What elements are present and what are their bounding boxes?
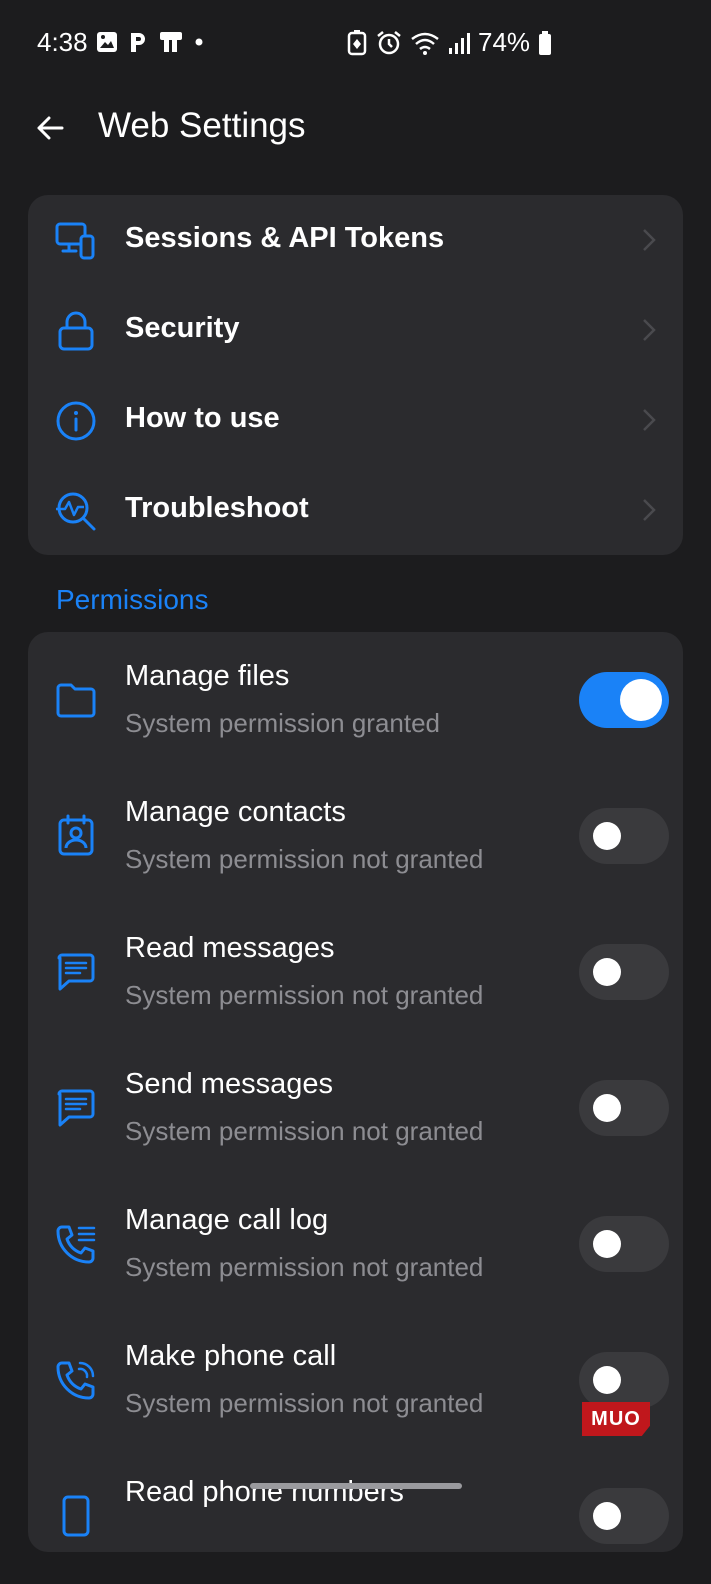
permission-title: Manage call log [125,1204,329,1236]
toggle-knob [593,1094,621,1122]
chevron-right-icon [643,499,656,521]
menu-item-label: How to use [125,402,280,434]
permission-title: Make phone call [125,1340,337,1372]
lock-icon [58,311,94,351]
menu-item-label: Sessions & API Tokens [125,222,445,254]
permission-title: Send messages [125,1068,333,1100]
troubleshoot-icon [56,492,96,531]
muo-watermark-logo: MUO [582,1402,650,1436]
clipboard-notification-icon [160,32,182,52]
permission-status: System permission granted [125,708,441,738]
send-messages-toggle[interactable] [579,1080,669,1136]
permissions-section-title: Permissions [56,584,209,615]
app-header: Web Settings [0,86,711,176]
dot-notification-icon [195,38,203,46]
permission-status: System permission not granted [125,844,484,874]
folder-icon [56,683,96,718]
battery-icon [539,30,552,55]
chevron-right-icon [643,229,656,251]
permission-send-messages[interactable]: Send messages System permission not gran… [28,1040,683,1176]
chevron-right-icon [643,319,656,341]
permission-title: Manage contacts [125,796,346,828]
menu-item-troubleshoot[interactable]: Troubleshoot [28,465,683,555]
menu-item-sessions[interactable]: Sessions & API Tokens [28,195,683,285]
permission-title: Read phone numbers [125,1476,404,1508]
contact-icon [58,814,94,856]
message-icon [57,1089,95,1127]
manage-contacts-toggle[interactable] [579,808,669,864]
permission-title: Read messages [125,932,335,964]
permission-status: System permission not granted [125,1388,484,1418]
make-phone-call-toggle[interactable] [579,1352,669,1408]
toggle-knob [593,958,621,986]
toggle-knob [593,822,621,850]
settings-menu-card: Sessions & API Tokens Security How to us… [28,195,683,555]
back-button[interactable] [28,106,72,150]
call-log-icon [56,1225,96,1264]
alarm-icon [377,30,401,54]
read-messages-toggle[interactable] [579,944,669,1000]
permission-manage-call-log[interactable]: Manage call log System permission not gr… [28,1176,683,1312]
devices-icon [55,222,95,260]
phone-icon [62,1495,90,1537]
permission-read-phone-numbers[interactable]: Read phone numbers [28,1448,683,1584]
toggle-knob [593,1366,621,1394]
permission-status: System permission not granted [125,1116,484,1146]
chevron-right-icon [643,409,656,431]
permission-title: Manage files [125,660,290,692]
status-system-icons: 74% [346,27,552,58]
phone-call-icon [56,1361,95,1400]
permission-manage-contacts[interactable]: Manage contacts System permission not gr… [28,768,683,904]
menu-item-how-to-use[interactable]: How to use [28,375,683,465]
toggle-knob [593,1502,621,1530]
menu-item-label: Troubleshoot [125,492,309,524]
battery-percentage: 74% [478,27,531,57]
battery-saver-icon [347,29,367,55]
permission-read-messages[interactable]: Read messages System permission not gran… [28,904,683,1040]
wifi-icon [411,32,439,55]
toggle-knob [593,1230,621,1258]
parking-notification-icon [131,33,145,52]
status-time: 4:38 [37,27,88,57]
manage-call-log-toggle[interactable] [579,1216,669,1272]
home-indicator[interactable] [250,1483,462,1489]
status-bar: 4:38 74% [0,0,711,86]
arrow-back-icon [37,116,64,140]
manage-files-toggle[interactable] [579,672,669,728]
permission-manage-files[interactable]: Manage files System permission granted [28,632,683,768]
status-notification-icons [96,30,204,54]
permission-status: System permission not granted [125,1252,484,1282]
permission-status: System permission not granted [125,980,484,1010]
message-icon [57,953,95,991]
menu-item-security[interactable]: Security [28,285,683,375]
toggle-knob [620,679,662,721]
read-phone-numbers-toggle[interactable] [579,1488,669,1544]
gallery-notification-icon [97,32,117,52]
signal-icon [449,32,470,54]
page-title: Web Settings [98,106,306,145]
menu-item-label: Security [125,312,240,344]
info-icon [56,401,96,441]
